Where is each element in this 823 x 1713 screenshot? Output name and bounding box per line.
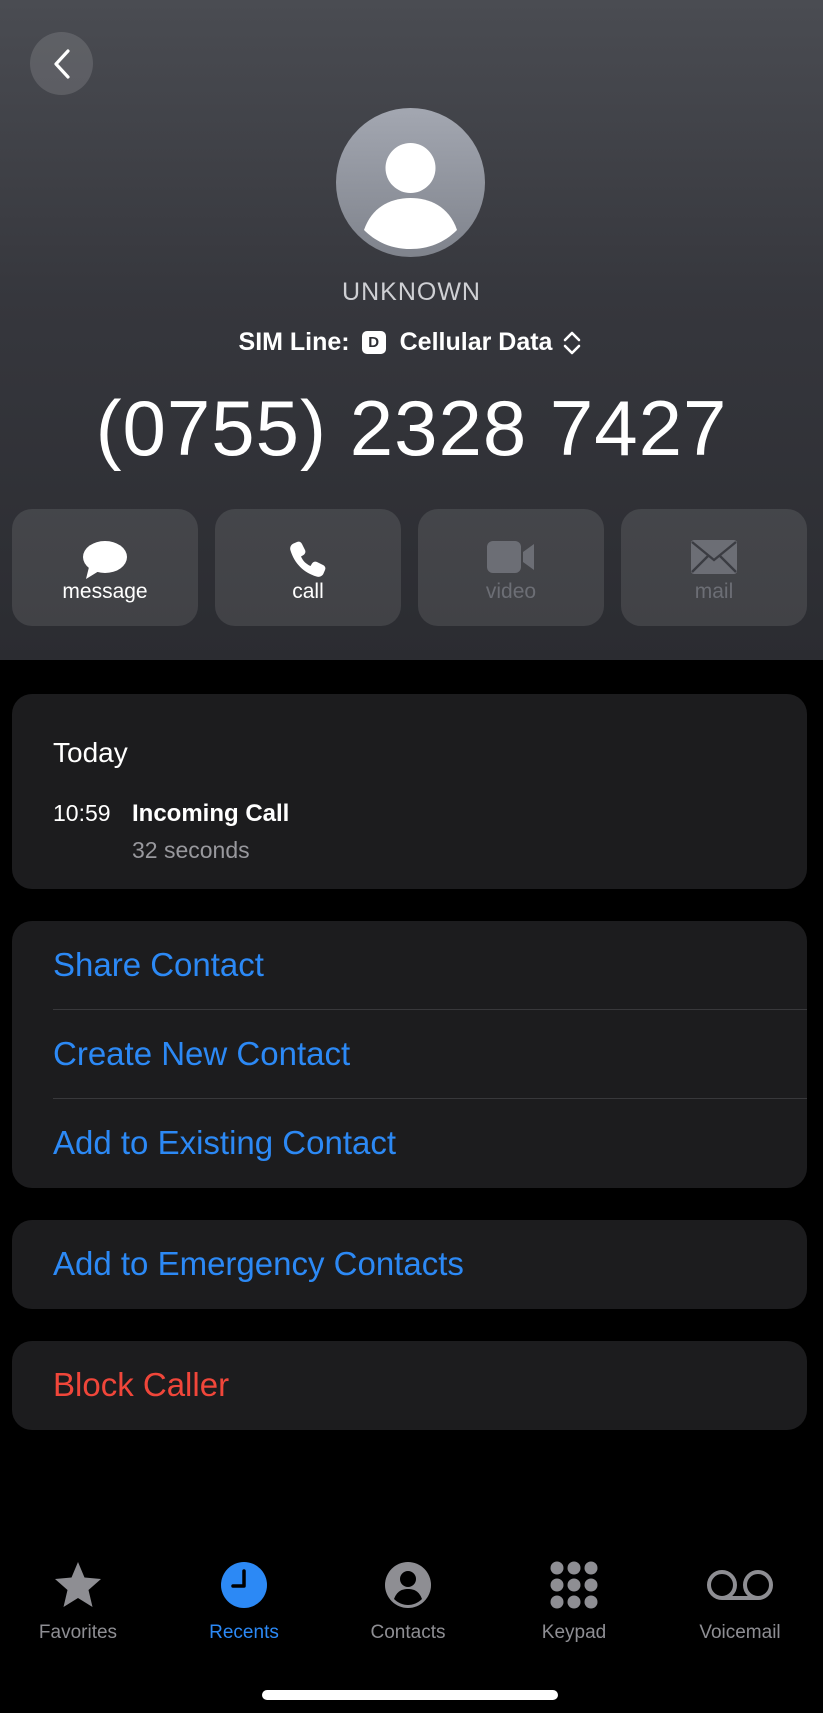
message-label: message [62, 580, 148, 603]
mail-label: mail [694, 580, 734, 603]
phone-number: (0755) 2328 7427 [95, 384, 728, 472]
video-button[interactable]: video [418, 509, 604, 626]
video-camera-icon [487, 541, 534, 573]
voicemail-icon [707, 1570, 773, 1600]
video-label: video [485, 580, 537, 603]
sim-line-selector[interactable]: SIM Line: D Cellular Data [0, 328, 823, 357]
tab-keypad-label: Keypad [541, 1622, 607, 1643]
star-icon [55, 1562, 101, 1607]
contact-actions-card: Share Contact Create New Contact Add to … [12, 921, 807, 1188]
quick-actions: message call video mail [12, 509, 809, 626]
add-to-emergency-contacts-button[interactable]: Add to Emergency Contacts [53, 1220, 807, 1308]
back-button[interactable] [30, 32, 93, 95]
caller-name: UNKNOWN [342, 278, 481, 306]
message-button[interactable]: message [12, 509, 198, 626]
contact-header: UNKNOWN SIM Line: D Cellular Data (0755)… [0, 0, 823, 660]
chevron-up-down-icon [564, 331, 581, 354]
person-silhouette-icon [364, 143, 457, 249]
tab-contacts[interactable]: Contacts [333, 1545, 483, 1655]
tab-keypad[interactable]: Keypad [499, 1545, 649, 1655]
clock-icon [221, 1562, 267, 1608]
phone-icon [290, 541, 326, 577]
share-contact-button[interactable]: Share Contact [53, 921, 807, 1010]
call-button[interactable]: call [215, 509, 401, 626]
sim-line-label: SIM Line: [238, 328, 350, 356]
message-bubble-icon [83, 541, 127, 579]
mail-button[interactable]: mail [621, 509, 807, 626]
emergency-card: Add to Emergency Contacts [12, 1220, 807, 1309]
person-circle-icon [385, 1562, 431, 1608]
home-indicator[interactable] [262, 1690, 558, 1700]
call-time: 10:59 [53, 800, 111, 826]
avatar [336, 108, 485, 257]
sim-badge: D [361, 331, 386, 354]
call-type: Incoming Call [132, 800, 290, 827]
tab-voicemail[interactable]: Voicemail [665, 1545, 815, 1655]
tab-favorites-label: Favorites [38, 1622, 118, 1643]
create-new-contact-button[interactable]: Create New Contact [53, 1010, 807, 1099]
keypad-grid-icon [550, 1561, 598, 1609]
chevron-left-icon [53, 48, 70, 79]
block-caller-button[interactable]: Block Caller [53, 1341, 807, 1429]
add-to-existing-contact-button[interactable]: Add to Existing Contact [53, 1099, 807, 1187]
envelope-icon [691, 540, 737, 574]
tab-favorites[interactable]: Favorites [3, 1545, 153, 1655]
sim-line-value: Cellular Data [399, 328, 553, 356]
tab-bar: Favorites Recents Contacts Keypad Voicem… [0, 1545, 823, 1665]
block-card: Block Caller [12, 1341, 807, 1430]
tab-voicemail-label: Voicemail [699, 1622, 781, 1643]
recent-calls-card: Today 10:59 Incoming Call 32 seconds [12, 694, 807, 889]
tab-contacts-label: Contacts [370, 1622, 446, 1643]
tab-recents-label: Recents [209, 1622, 279, 1643]
tab-recents[interactable]: Recents [169, 1545, 319, 1655]
call-duration: 32 seconds [132, 837, 250, 863]
call-day-heading: Today [53, 737, 128, 768]
call-label: call [292, 580, 324, 603]
